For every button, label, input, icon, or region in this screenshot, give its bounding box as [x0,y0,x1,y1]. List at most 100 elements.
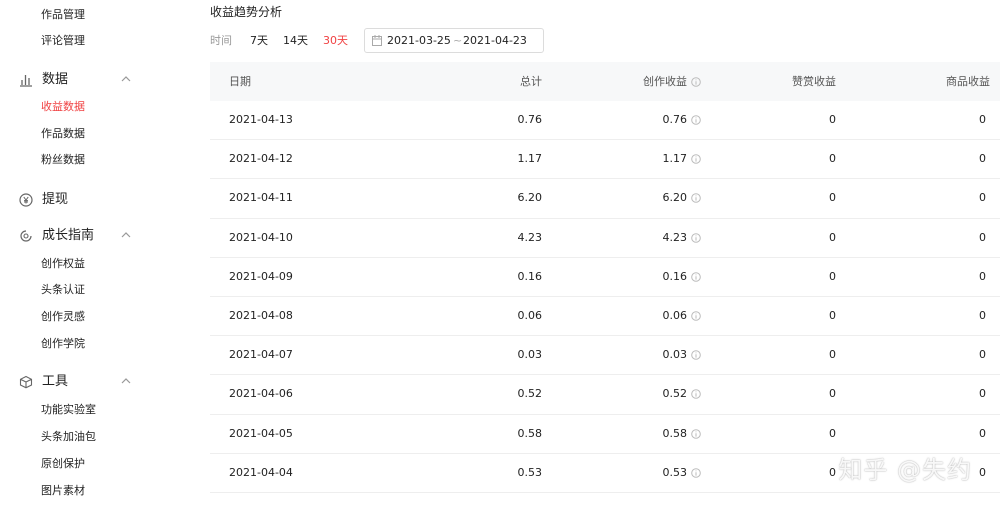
sidebar-item-inspiration[interactable]: 创作灵感 [41,310,85,324]
cell-creation: 0.16 [663,258,702,296]
range-7d-button[interactable]: 7天 [250,33,268,49]
cell-total: 0.52 [517,387,543,401]
cell-creation: 6.20 [663,179,702,217]
chevron-up-icon [120,229,132,241]
cell-creation: 0.53 [663,454,702,492]
cube-icon [18,374,33,389]
cell-goods: 0 [979,269,986,283]
sidebar-item-comments[interactable]: 评论管理 [41,34,85,48]
cell-creation-value: 6.20 [662,191,688,205]
cell-date: 2021-04-11 [229,191,293,205]
cell-date: 2021-04-07 [229,348,293,362]
table-header: 日期 总计 创作收益 赞赏收益 商品收益 [210,62,1000,101]
cell-creation: 4.23 [663,219,702,257]
cell-creation: 0.76 [663,101,702,139]
sidebar-item-boost-pack[interactable]: 头条加油包 [41,430,96,444]
sidebar-item-feature-lab[interactable]: 功能实验室 [41,403,96,417]
range-30d-button[interactable]: 30天 [323,33,348,49]
main-panel: 收益趋势分析 时间 7天 14天 30天 2021-03-25 ~ 2021-0… [162,0,1000,507]
info-icon[interactable] [691,428,701,439]
cell-goods: 0 [979,191,986,205]
cell-date: 2021-04-13 [229,113,293,127]
header-date: 日期 [229,74,251,88]
cell-total: 0.06 [517,309,543,323]
info-icon[interactable] [691,311,701,321]
info-icon[interactable] [691,467,701,478]
cell-creation-value: 4.23 [662,230,688,244]
cell-total: 0.16 [517,269,543,283]
sidebar: 作品管理 评论管理 数据 收益数据 作品数据 粉丝数据 提现 成长指南 创作权益… [0,0,162,507]
cell-date: 2021-04-06 [229,387,293,401]
sidebar-item-works[interactable]: 作品管理 [41,8,85,22]
sidebar-group-growth-label: 成长指南 [42,228,95,243]
header-creation-label: 创作收益 [643,74,687,88]
info-icon[interactable] [691,389,701,400]
cell-creation: 0.06 [663,297,702,335]
cell-date: 2021-04-12 [229,152,293,166]
sidebar-item-revenue-data[interactable]: 收益数据 [41,100,85,114]
cell-creation: 0.52 [663,375,702,413]
cell-date: 2021-04-04 [229,465,293,479]
info-icon[interactable] [691,76,701,87]
sidebar-item-academy[interactable]: 创作学院 [41,337,85,351]
date-range-picker[interactable]: 2021-03-25 ~ 2021-04-23 [364,28,544,53]
cell-total: 0.53 [517,465,543,479]
cell-creation: 0.58 [663,415,702,453]
cell-reward: 0 [829,387,836,401]
sidebar-group-growth[interactable]: 成长指南 [18,226,142,246]
info-icon[interactable] [691,272,701,282]
info-icon[interactable] [691,154,701,165]
chevron-up-icon [120,375,132,387]
table-row: 2021-04-11 6.20 6.20 0 0 [210,179,1000,219]
cell-goods: 0 [979,152,986,166]
sidebar-item-withdraw[interactable]: 提现 [18,190,142,210]
cell-total: 0.58 [517,426,543,440]
yen-circle-icon [18,192,33,207]
growth-icon [18,228,33,243]
cell-total: 4.23 [517,230,543,244]
header-reward: 赞赏收益 [792,74,836,88]
cell-reward: 0 [829,465,836,479]
revenue-table: 日期 总计 创作收益 赞赏收益 商品收益 2021-04-13 0.76 0.76 0… [210,62,1000,493]
cell-total: 6.20 [517,191,543,205]
bar-chart-icon [18,72,33,87]
sidebar-group-data-label: 数据 [42,72,69,87]
info-icon[interactable] [691,115,701,125]
cell-reward: 0 [829,230,836,244]
cell-goods: 0 [979,309,986,323]
info-icon[interactable] [691,232,701,243]
info-icon[interactable] [691,350,701,361]
table-row: 2021-04-08 0.06 0.06 0 0 [210,296,1000,337]
table-row: 2021-04-06 0.52 0.52 0 0 [210,375,1000,415]
cell-goods: 0 [979,230,986,244]
sidebar-group-data[interactable]: 数据 [18,70,142,90]
sidebar-item-original-protection[interactable]: 原创保护 [41,457,85,471]
cell-reward: 0 [829,113,836,127]
cell-date: 2021-04-08 [229,309,293,323]
sidebar-item-withdraw-label: 提现 [42,192,69,207]
range-14d-button[interactable]: 14天 [283,33,308,49]
cell-date: 2021-04-10 [229,230,293,244]
cell-reward: 0 [829,348,836,362]
sidebar-item-fans-data[interactable]: 粉丝数据 [41,153,85,167]
table-row: 2021-04-05 0.58 0.58 0 0 [210,414,1000,454]
page-title: 收益趋势分析 [210,5,283,19]
sidebar-item-works-data[interactable]: 作品数据 [41,127,85,141]
time-filter-label: 时间 [210,34,232,47]
cell-date: 2021-04-09 [229,269,293,283]
cell-creation-value: 0.16 [662,269,688,283]
info-icon[interactable] [691,193,701,204]
sidebar-group-tools[interactable]: 工具 [18,372,142,392]
cell-reward: 0 [829,152,836,166]
header-goods: 商品收益 [946,74,990,88]
cell-creation-value: 0.52 [662,387,688,401]
header-total: 总计 [520,74,542,88]
sidebar-item-creator-rights[interactable]: 创作权益 [41,257,85,271]
table-row: 2021-04-13 0.76 0.76 0 0 [210,101,1000,141]
sidebar-item-verification[interactable]: 头条认证 [41,283,85,297]
sidebar-item-image-assets[interactable]: 图片素材 [41,484,85,498]
cell-creation-value: 0.76 [662,113,688,127]
cell-creation-value: 0.58 [662,426,688,440]
cell-goods: 0 [979,113,986,127]
cell-reward: 0 [829,191,836,205]
